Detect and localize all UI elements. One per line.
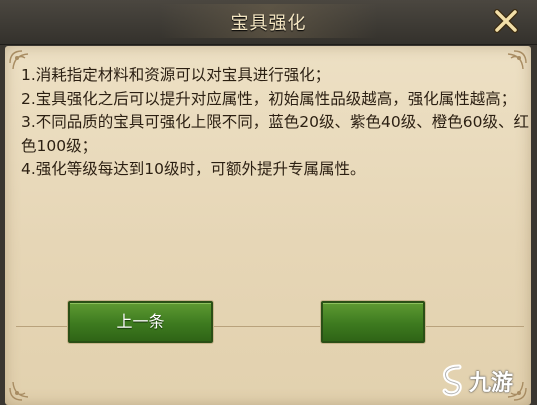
title-bar: 宝具强化 <box>0 0 537 45</box>
description-line: 3.不同品质的宝具可强化上限不同，蓝色20级、紫色40级、橙色60级、红色100… <box>21 113 529 155</box>
content-panel: 1.消耗指定材料和资源可以对宝具进行强化； 2.宝具强化之后可以提升对应属性，初… <box>5 46 531 405</box>
description-line: 4.强化等级每达到10级时，可额外提升专属属性。 <box>21 160 366 178</box>
description-line: 2.宝具强化之后可以提升对应属性，初始属性品级越高，强化属性越高； <box>21 89 517 108</box>
close-x-icon <box>494 9 518 33</box>
prev-item-button[interactable]: 上一条 <box>68 301 213 343</box>
next-item-button[interactable] <box>321 301 425 343</box>
close-button[interactable] <box>491 6 521 36</box>
jiuyou-watermark: 九游 <box>439 363 529 401</box>
watermark-text: 九游 <box>469 371 514 396</box>
dialog-title: 宝具强化 <box>230 13 307 34</box>
jiuyou-logo-icon <box>442 364 462 397</box>
enhance-dialog: 宝具强化 1.消耗指定材料和资源可以对宝具进行强化； 2.宝具强化之后可以提升对… <box>0 0 537 405</box>
corner-ornament-icon <box>9 381 29 401</box>
description-text: 1.消耗指定材料和资源可以对宝具进行强化； 2.宝具强化之后可以提升对应属性，初… <box>21 64 531 182</box>
description-line: 1.消耗指定材料和资源可以对宝具进行强化； <box>21 66 331 84</box>
